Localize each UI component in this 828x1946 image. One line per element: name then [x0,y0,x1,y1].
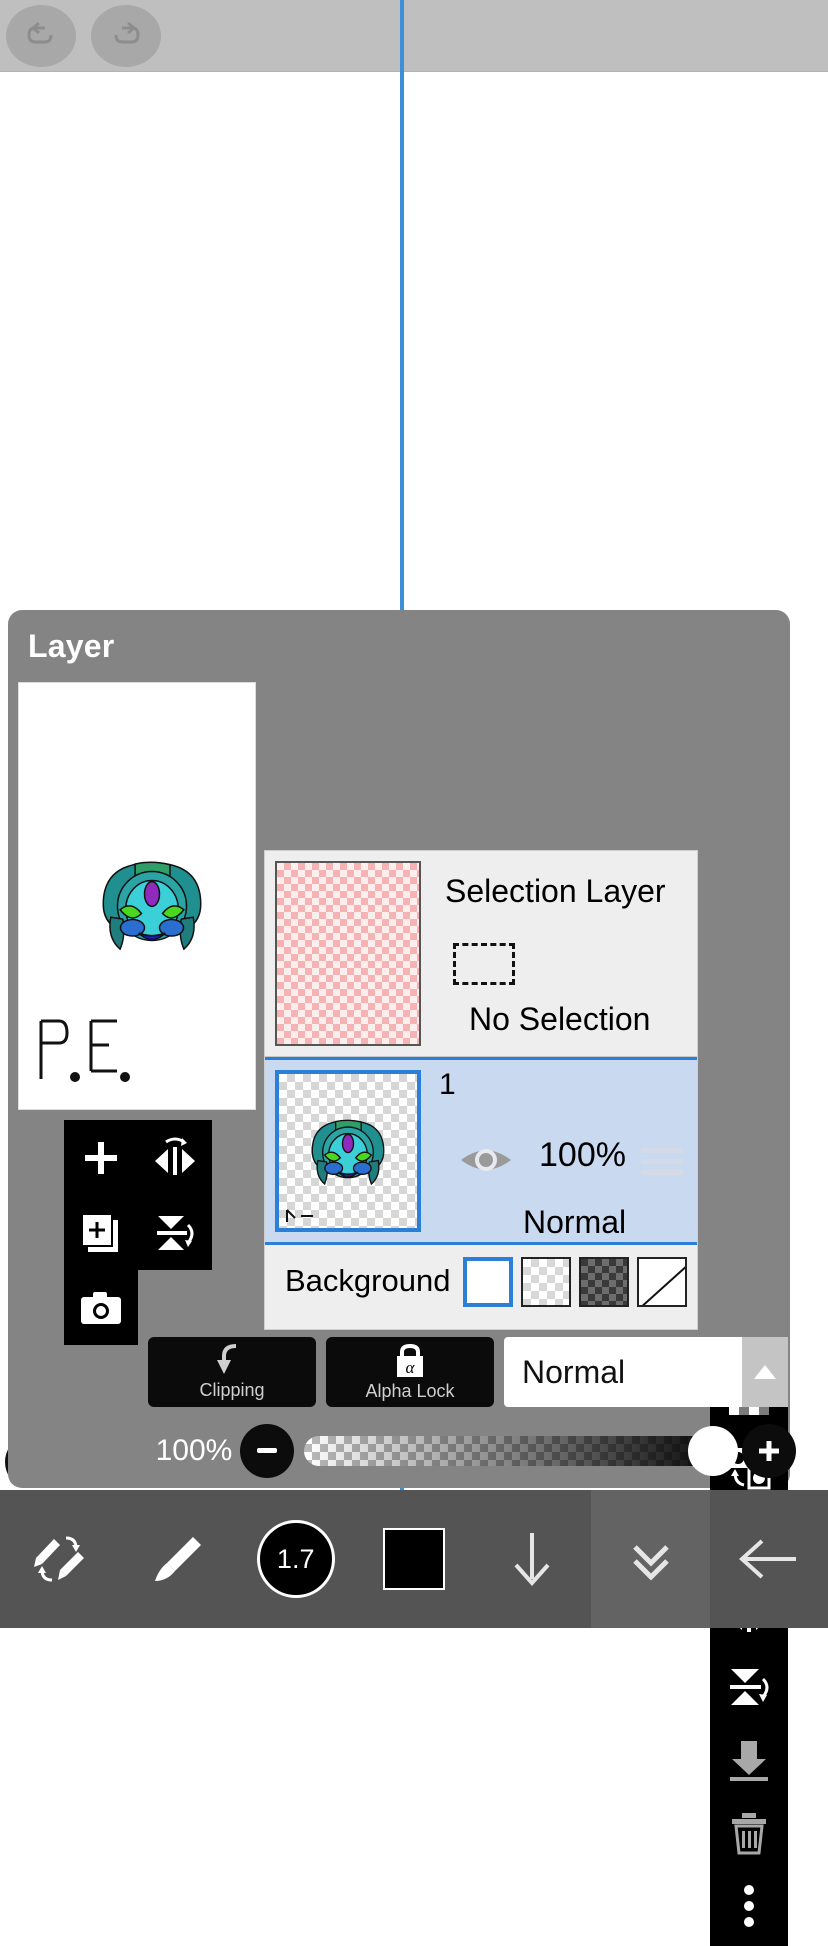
blend-mode-select[interactable]: Normal [504,1337,788,1407]
canvas-preview-thumbnail[interactable] [18,682,256,1110]
opacity-slider-row: 100% [148,1420,796,1482]
download-icon [514,1533,550,1587]
selection-marquee-icon [453,943,515,985]
background-label: Background [285,1263,451,1298]
layer-options-row: Clipping α Alpha Lock Normal [148,1337,788,1407]
redo-icon [114,21,140,44]
opacity-slider-track[interactable] [304,1426,738,1476]
layer-row-1[interactable]: 1 100% Normal [265,1057,697,1245]
background-swatch-transparent-light[interactable] [521,1257,571,1307]
layer-1-doodle [286,1209,313,1222]
delete-layer-button[interactable] [710,1796,788,1869]
flip-vertical-icon [157,1215,194,1250]
flip-vertical-button[interactable] [138,1195,212,1270]
preview-signature [39,1019,130,1082]
back-arrow-icon [738,1539,796,1579]
layer-1-thumbnail[interactable] [275,1070,421,1232]
delete-layer-icon [732,1812,766,1854]
selection-layer-thumbnail[interactable] [275,861,421,1046]
brush-size-value: 1.7 [256,1520,335,1598]
camera-import-button[interactable] [64,1270,138,1345]
layer-visibility-icon[interactable] [457,1140,515,1180]
double-chevron-down-icon [632,1545,669,1581]
blend-mode-value: Normal [522,1353,626,1390]
alpha-lock-button[interactable]: α Alpha Lock [326,1337,494,1407]
opacity-value: 100% [155,1434,233,1467]
add-layer-button[interactable] [64,1120,138,1195]
layer-list[interactable]: Selection Layer No Selection 1 100% Norm… [264,850,698,1330]
layer-1-artwork [311,1119,385,1186]
opacity-decrease-button[interactable] [240,1424,294,1478]
undo-button[interactable] [6,5,76,67]
opacity-increase-button[interactable] [742,1424,796,1478]
download-button[interactable] [473,1490,591,1628]
color-swatch [382,1528,445,1590]
flip-horizontal-icon [155,1137,195,1175]
panel-title: Layer [28,628,115,664]
background-swatch-none[interactable] [637,1257,687,1307]
tool-switch-button[interactable] [0,1490,118,1628]
more-options-icon [744,1884,754,1927]
layer-row-selection[interactable]: Selection Layer No Selection [265,851,697,1057]
clipping-icon [217,1343,237,1374]
background-swatch-white[interactable] [463,1257,513,1307]
bottom-toolbar: 1.7 [0,1490,828,1628]
background-swatch-transparent-dark[interactable] [579,1257,629,1307]
duplicate-layer-button[interactable] [64,1195,138,1270]
chevron-up-icon [754,1365,776,1379]
flip-vertical-button[interactable] [710,1650,788,1723]
layer-drag-handle[interactable] [641,1148,683,1175]
layer-quick-toolbar [64,1120,212,1270]
more-options-button[interactable] [710,1869,788,1942]
redo-button[interactable] [91,5,161,67]
brush-size-button[interactable]: 1.7 [237,1490,355,1628]
plus-icon [759,1441,779,1461]
brush-tool-button[interactable] [118,1490,236,1628]
back-button[interactable] [710,1490,828,1628]
layer-row-background[interactable]: Background [265,1245,697,1321]
collapse-panel-button[interactable] [591,1490,710,1628]
blend-mode-arrow[interactable] [742,1337,788,1407]
duplicate-layer-icon [81,1212,118,1252]
minus-icon [257,1448,277,1453]
selection-status-text: No Selection [469,1001,651,1037]
layer-1-blend-mode: Normal [523,1204,627,1240]
layer-1-opacity: 100% [539,1136,626,1174]
top-toolbar [0,0,828,72]
flip-horizontal-button[interactable] [138,1120,212,1195]
brush-icon [155,1537,202,1581]
camera-import-icon [81,1291,121,1324]
layer-1-name: 1 [439,1068,456,1101]
merge-down-button[interactable] [710,1723,788,1796]
add-layer-icon [85,1141,117,1174]
tool-switch-icon [34,1536,85,1582]
clipping-label: Clipping [199,1379,265,1400]
background-swatches [463,1257,687,1307]
color-swatch-button[interactable] [355,1490,473,1628]
clipping-button[interactable]: Clipping [148,1337,316,1407]
flip-vertical-icon [730,1668,769,1705]
merge-down-icon [730,1740,768,1781]
alpha-lock-label: Alpha Lock [365,1380,455,1401]
opacity-slider-knob[interactable] [688,1426,738,1476]
selection-layer-title: Selection Layer [445,873,666,909]
undo-icon [27,21,53,44]
preview-artwork [102,861,202,951]
svg-text:α: α [406,1358,416,1377]
alpha-lock-icon: α [397,1343,423,1377]
